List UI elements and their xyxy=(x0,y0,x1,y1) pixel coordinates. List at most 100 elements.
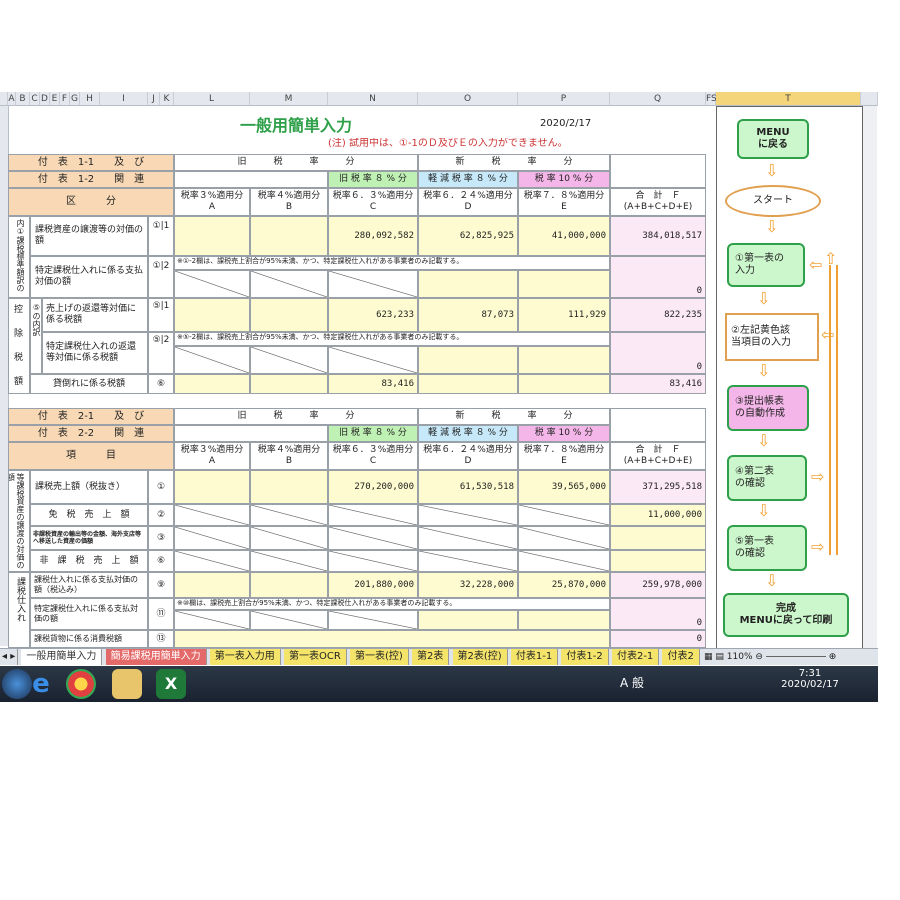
page-view-icon[interactable]: ▤ xyxy=(715,652,724,662)
s2-hA: 税率３%適用分 A xyxy=(174,442,250,470)
s1-r3-D[interactable]: 87,073 xyxy=(418,298,518,332)
s1-r2-E[interactable] xyxy=(518,270,610,298)
tab-fuhyo1-1[interactable]: 付表1-1 xyxy=(510,649,559,665)
s1-r1-B[interactable] xyxy=(250,216,328,256)
col-header-C[interactable]: C xyxy=(30,92,40,106)
done-print-button[interactable]: 完成 MENUに戻って印刷 xyxy=(723,593,849,637)
s2-hC: 税率６．３%適用分 C xyxy=(328,442,418,470)
col-header-L[interactable]: L xyxy=(174,92,250,106)
s1-r1-D[interactable]: 62,825,925 xyxy=(418,216,518,256)
tab-fuhyo2[interactable]: 付表2 xyxy=(662,649,700,665)
zoom-slider[interactable] xyxy=(765,656,826,657)
s1-r3-C[interactable]: 623,233 xyxy=(328,298,418,332)
menu-button[interactable]: MENU に戻る xyxy=(737,119,809,159)
corner-cell[interactable] xyxy=(0,92,8,106)
excel-icon[interactable]: X xyxy=(156,669,186,699)
s2-r2-B xyxy=(250,504,328,526)
s2-r1-D[interactable]: 61,530,518 xyxy=(418,470,518,504)
step1-button[interactable]: ①第一表の 入力 xyxy=(727,243,805,287)
tab-dai1-input[interactable]: 第一表入力用 xyxy=(209,649,281,665)
scrollbar-top[interactable] xyxy=(861,92,878,106)
vertical-scrollbar[interactable] xyxy=(862,106,877,648)
col-header-K[interactable]: K xyxy=(160,92,174,106)
s2-r1-C[interactable]: 270,200,000 xyxy=(328,470,418,504)
ime-indicator[interactable]: A 般 xyxy=(620,674,644,691)
tab-dai2-copy[interactable]: 第2表(控) xyxy=(452,649,508,665)
col-header-T[interactable]: T xyxy=(716,92,861,106)
s1-r4-A xyxy=(174,346,250,374)
s1-r5-E[interactable] xyxy=(518,374,610,394)
s2-r5-D[interactable]: 32,228,000 xyxy=(418,572,518,598)
s2-r6-D[interactable] xyxy=(418,610,518,630)
col-header-N[interactable]: N xyxy=(328,92,418,106)
s2-r1-B[interactable] xyxy=(250,470,328,504)
s2-r3-F[interactable] xyxy=(610,526,706,550)
col-header-H[interactable]: H xyxy=(80,92,100,106)
tab-ippan-kantan[interactable]: 一般用簡単入力 xyxy=(21,649,103,665)
col-header-J[interactable]: J xyxy=(148,92,160,106)
s1-r5-D[interactable] xyxy=(418,374,518,394)
col-header-O[interactable]: O xyxy=(418,92,518,106)
s2-r5-A[interactable] xyxy=(174,572,250,598)
tab-fuhyo2-1[interactable]: 付表2-1 xyxy=(611,649,660,665)
s1-r4-D[interactable] xyxy=(418,346,518,374)
col-header-A[interactable]: A xyxy=(8,92,16,106)
chrome-icon[interactable] xyxy=(66,669,96,699)
s1-r4-E[interactable] xyxy=(518,346,610,374)
step3-button[interactable]: ③提出帳表 の自動作成 xyxy=(727,385,809,431)
s1-r3-E[interactable]: 111,929 xyxy=(518,298,610,332)
step5-button[interactable]: ⑤第一表 の確認 xyxy=(727,525,807,571)
tab-kani-kantan[interactable]: 簡易課税用簡単入力 xyxy=(105,649,207,665)
col-header-FS[interactable]: FS xyxy=(706,92,717,106)
s1-hC: 税率６．３%適用分 C xyxy=(328,188,418,216)
col-header-M[interactable]: M xyxy=(250,92,328,106)
s2-r2-F[interactable]: 11,000,000 xyxy=(610,504,706,526)
tab-scroll-icon[interactable]: ◂ ▸ xyxy=(0,649,19,665)
col-header-G[interactable]: G xyxy=(70,92,80,106)
s1-r2-B xyxy=(250,270,328,298)
s1-r4-note: ※⑤-2欄は、課税売上割合が95%未満、かつ、特定課税仕入れがある事業者のみ記載… xyxy=(174,332,610,346)
tab-dai1-copy[interactable]: 第一表(控) xyxy=(349,649,409,665)
s1-r2-D[interactable] xyxy=(418,270,518,298)
col-header-I[interactable]: I xyxy=(100,92,148,106)
s2-r5-F: 259,978,000 xyxy=(610,572,706,598)
s2-r2-label: 免 税 売 上 額 xyxy=(30,504,148,526)
s2-r5-C[interactable]: 201,880,000 xyxy=(328,572,418,598)
s1-r1-C[interactable]: 280,092,582 xyxy=(328,216,418,256)
sheet-date: 2020/2/17 xyxy=(540,118,592,129)
col-header-F[interactable]: F xyxy=(60,92,70,106)
s2-r5-E[interactable]: 25,870,000 xyxy=(518,572,610,598)
ie-icon[interactable]: e xyxy=(26,669,56,699)
s1-r1-A[interactable] xyxy=(174,216,250,256)
s1-r1-E[interactable]: 41,000,000 xyxy=(518,216,610,256)
zoom-out-icon[interactable]: ⊖ xyxy=(755,652,763,662)
s1-r5-A[interactable] xyxy=(174,374,250,394)
tab-dai1-ocr[interactable]: 第一表OCR xyxy=(283,649,347,665)
col-header-B[interactable]: B xyxy=(16,92,30,106)
col-header-E[interactable]: E xyxy=(50,92,60,106)
s2-r7-ADE[interactable] xyxy=(174,630,610,648)
explorer-icon[interactable] xyxy=(112,669,142,699)
s2-head-line2: 付 表 2-2 関 連 xyxy=(8,425,174,442)
s1-r5-C[interactable]: 83,416 xyxy=(328,374,418,394)
col-header-D[interactable]: D xyxy=(40,92,50,106)
s2-r1-E[interactable]: 39,565,000 xyxy=(518,470,610,504)
tab-dai2[interactable]: 第2表 xyxy=(411,649,450,665)
normal-view-icon[interactable]: ▦ xyxy=(704,652,713,662)
zoom-in-icon[interactable]: ⊕ xyxy=(829,652,837,662)
s2-r5-B[interactable] xyxy=(250,572,328,598)
col-header-P[interactable]: P xyxy=(518,92,610,106)
s1-r3-A[interactable] xyxy=(174,298,250,332)
s2-r5-label: 課税仕入れに係る支払対価の額（税込み） xyxy=(30,572,148,598)
col-header-Q[interactable]: Q xyxy=(610,92,706,106)
s2-r1-A[interactable] xyxy=(174,470,250,504)
s1-r2-no: ①|2 xyxy=(148,256,174,298)
s2-r4-F[interactable] xyxy=(610,550,706,572)
s2-r6-E[interactable] xyxy=(518,610,610,630)
s1-r5-B[interactable] xyxy=(250,374,328,394)
zoom-control[interactable]: ▦ ▤ 110% ⊖ ⊕ xyxy=(704,650,878,664)
tab-fuhyo1-2[interactable]: 付表1-2 xyxy=(561,649,609,665)
s1-r3-B[interactable] xyxy=(250,298,328,332)
step4-button[interactable]: ④第二表 の確認 xyxy=(727,455,807,501)
clock[interactable]: 7:31 2020/02/17 xyxy=(780,668,840,690)
